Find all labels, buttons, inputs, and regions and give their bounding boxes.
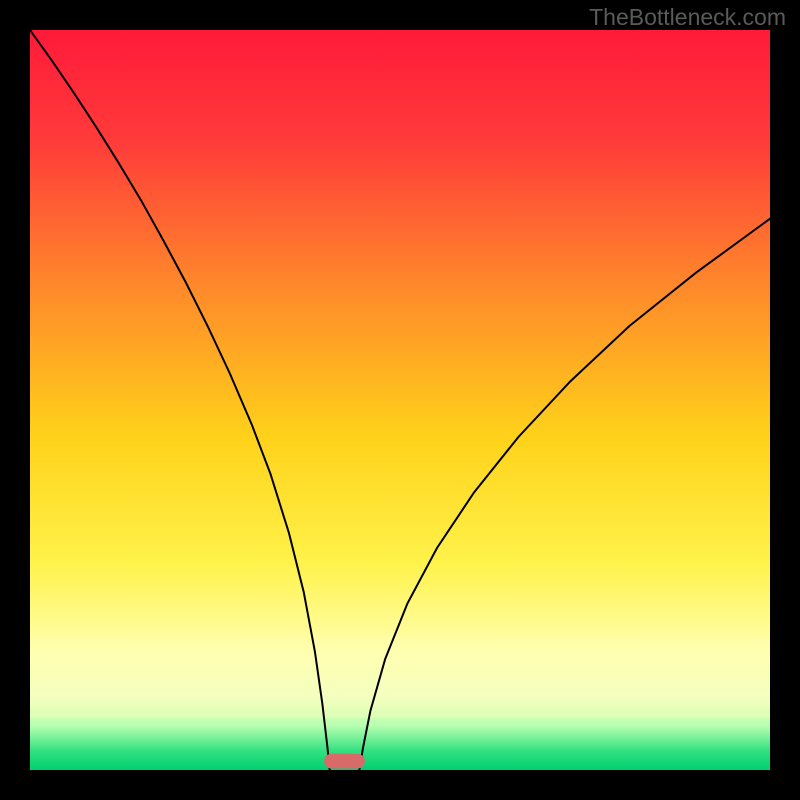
pale-band [30, 637, 770, 718]
chart-plot-area [30, 30, 770, 770]
min-marker [324, 754, 365, 769]
watermark-text: TheBottleneck.com [589, 4, 786, 31]
chart-outer-frame: TheBottleneck.com [0, 0, 800, 800]
chart-svg [30, 30, 770, 770]
